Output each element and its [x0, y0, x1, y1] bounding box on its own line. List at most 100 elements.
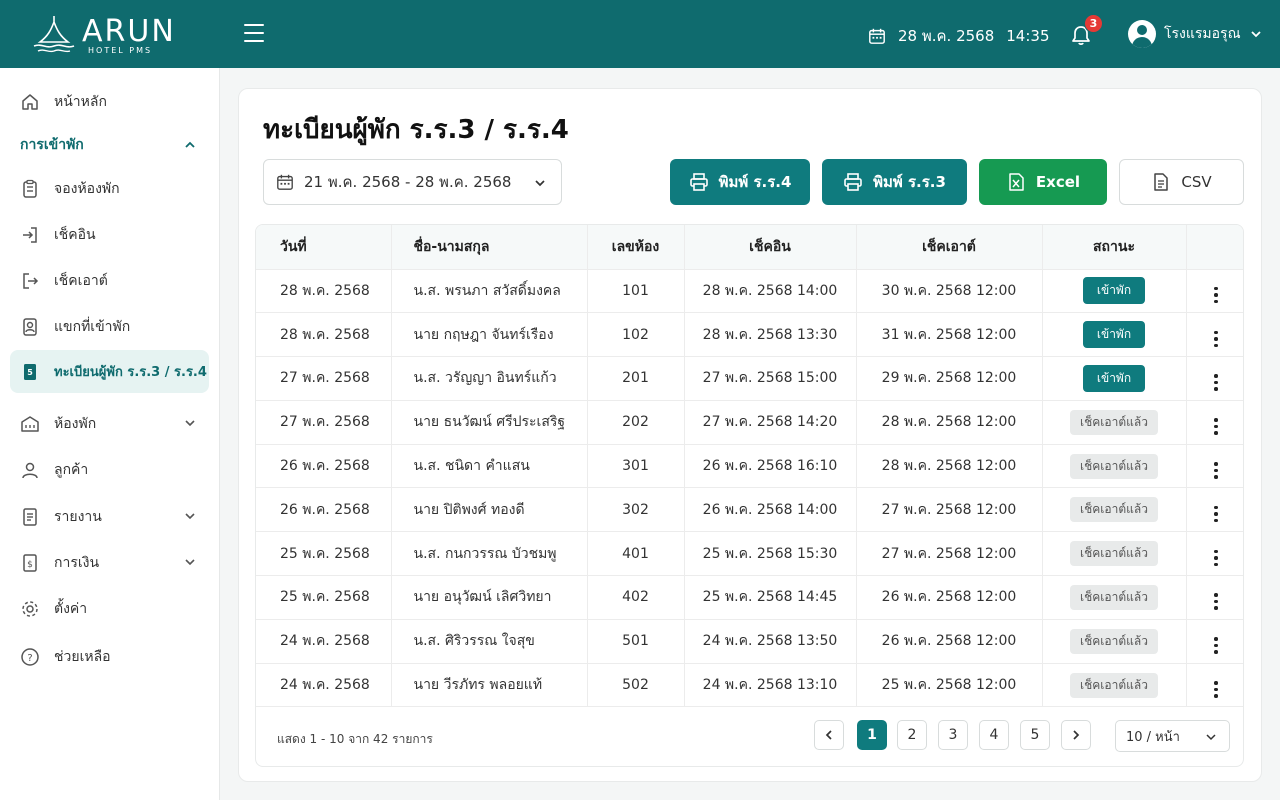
table-row[interactable]: 25 พ.ค. 2568 น.ส. กนกวรรณ บัวชมพู 401 25 พ.…	[256, 531, 1243, 577]
cell-check-in: 27 พ.ค. 2568 15:00	[684, 356, 857, 401]
table-row[interactable]: 27 พ.ค. 2568 นาย ธนวัฒน์ ศรีประเสริฐ 202 27…	[256, 400, 1243, 445]
column-header-status[interactable]: สถานะ	[1042, 225, 1187, 270]
report-icon	[20, 507, 40, 527]
cell-check-out: 25 พ.ค. 2568 12:00	[856, 663, 1043, 708]
sidebar-item-check-in[interactable]: เช็คอิน	[10, 214, 209, 256]
status-badge: เช็คเอาต์แล้ว	[1070, 409, 1158, 435]
pagination-page-1[interactable]: 1	[857, 720, 887, 750]
pagination-next-button[interactable]	[1061, 720, 1091, 750]
date-range-value: 21 พ.ค. 2568 - 28 พ.ค. 2568	[304, 173, 512, 191]
sidebar-item-settings[interactable]: ตั้งค่า	[10, 588, 209, 630]
pagination-page-3[interactable]: 3	[938, 720, 968, 750]
sidebar-item-home[interactable]: หน้าหลัก	[10, 81, 209, 123]
cell-guest-name: น.ส. วรัญญา อินทร์แก้ว	[391, 356, 588, 401]
status-badge: เข้าพัก	[1082, 321, 1146, 349]
printer-icon	[844, 173, 862, 191]
cell-status: เช็คเอาต์แล้ว	[1042, 619, 1187, 664]
print-rr3-label: พิมพ์ ร.ร.3	[873, 173, 946, 191]
sidebar-item-label: ทะเบียนผู้พัก ร.ร.3 / ร.ร.4	[54, 365, 207, 380]
calendar-icon	[869, 28, 885, 44]
column-header-date[interactable]: วันที่	[256, 225, 392, 270]
rows-per-page-select[interactable]: 10 / หน้า	[1115, 720, 1230, 752]
cell-actions	[1186, 619, 1243, 664]
menu-toggle-icon[interactable]	[244, 24, 264, 44]
table-row[interactable]: 27 พ.ค. 2568 น.ส. วรัญญา อินทร์แก้ว 201 27 …	[256, 356, 1243, 401]
more-options-icon[interactable]	[1214, 418, 1218, 435]
sidebar-item-check-out[interactable]: เช็คเอาต์	[10, 260, 209, 302]
sidebar-item-customers[interactable]: ลูกค้า	[10, 449, 209, 491]
column-header-actions	[1186, 225, 1243, 270]
sidebar-item-reports[interactable]: รายงาน	[10, 496, 209, 538]
cell-room-number: 501	[587, 619, 685, 664]
print-rr3-button[interactable]: พิมพ์ ร.ร.3	[822, 159, 967, 205]
sidebar-item-rooms[interactable]: ห้องพัก	[10, 403, 209, 445]
cell-actions	[1186, 400, 1243, 445]
svg-text:?: ?	[27, 653, 32, 664]
check-in-icon	[20, 225, 40, 245]
more-options-icon[interactable]	[1214, 549, 1218, 567]
more-options-icon[interactable]	[1214, 286, 1218, 304]
cell-check-out: 28 พ.ค. 2568 12:00	[856, 400, 1043, 445]
cell-status: เช็คเอาต์แล้ว	[1042, 487, 1187, 533]
sidebar-item-guests[interactable]: แขกที่เข้าพัก	[10, 306, 209, 348]
sidebar-item-label: จองห้องพัก	[54, 181, 120, 197]
pagination-page-4[interactable]: 4	[979, 720, 1009, 750]
column-header-name[interactable]: ชื่อ-นามสกุล	[391, 225, 588, 270]
user-name: โรงแรมอรุณ	[1164, 26, 1241, 42]
column-header-check-in[interactable]: เช็คอิน	[684, 225, 857, 270]
cell-actions	[1186, 575, 1243, 620]
more-options-icon[interactable]	[1214, 505, 1218, 523]
arun-logo[interactable]: ARUN HOTEL PMS	[30, 12, 180, 56]
pagination-page-2[interactable]: 2	[897, 720, 927, 750]
sidebar-item-finance[interactable]: $ การเงิน	[10, 542, 209, 584]
cell-check-in: 26 พ.ค. 2568 16:10	[684, 444, 857, 489]
cell-room-number: 102	[587, 312, 685, 358]
current-datetime: 28 พ.ค. 2568 14:35	[868, 24, 1050, 48]
printer-icon	[689, 173, 708, 191]
more-options-icon[interactable]	[1214, 462, 1218, 479]
more-options-icon[interactable]	[1214, 593, 1218, 610]
table-row[interactable]: 28 พ.ค. 2568 นาย กฤษฎา จันทร์เรือง 102 28 พ…	[256, 312, 1243, 358]
logo-temple-icon	[33, 16, 75, 53]
table-row[interactable]: 26 พ.ค. 2568 นาย ปิติพงศ์ ทองดี 302 26 พ.ค.…	[256, 487, 1243, 533]
cell-guest-name: นาย กฤษฎา จันทร์เรือง	[391, 312, 588, 358]
date-range-picker[interactable]: 21 พ.ค. 2568 - 28 พ.ค. 2568	[263, 159, 562, 205]
print-rr4-label: พิมพ์ ร.ร.4	[718, 173, 792, 191]
sidebar-item-help[interactable]: ? ช่วยเหลือ	[10, 636, 209, 678]
print-rr4-button[interactable]: พิมพ์ ร.ร.4	[670, 159, 810, 205]
more-options-icon[interactable]	[1214, 681, 1218, 698]
export-csv-button[interactable]: CSV	[1119, 159, 1244, 205]
cell-status: เข้าพัก	[1042, 312, 1187, 358]
cell-check-in: 24 พ.ค. 2568 13:50	[684, 619, 857, 664]
sidebar-group-stay[interactable]: การเข้าพัก	[10, 124, 209, 166]
cell-actions	[1186, 269, 1243, 314]
user-menu[interactable]: โรงแรมอรุณ	[1128, 20, 1263, 48]
cell-status: เช็คเอาต์แล้ว	[1042, 400, 1187, 445]
cell-actions	[1186, 444, 1243, 489]
table-row[interactable]: 26 พ.ค. 2568 น.ส. ชนิดา คำแสน 301 26 พ.ค. 2…	[256, 444, 1243, 489]
cell-room-number: 201	[587, 356, 685, 401]
more-options-icon[interactable]	[1214, 374, 1218, 391]
cell-guest-name: นาย วีรภัทร พลอยแท้	[391, 663, 588, 708]
pagination-page-5[interactable]: 5	[1020, 720, 1050, 750]
current-time: 14:35	[1006, 27, 1050, 45]
table-row[interactable]: 24 พ.ค. 2568 นาย วีรภัทร พลอยแท้ 502 24 พ.ค…	[256, 663, 1243, 708]
more-options-icon[interactable]	[1214, 330, 1218, 348]
sidebar-item-guest-register[interactable]: 5 ทะเบียนผู้พัก ร.ร.3 / ร.ร.4	[10, 350, 209, 393]
cell-check-in: 28 พ.ค. 2568 13:30	[684, 312, 857, 358]
column-header-check-out[interactable]: เช็คเอาต์	[856, 225, 1043, 270]
export-excel-button[interactable]: Excel	[979, 159, 1107, 205]
excel-file-icon	[1009, 173, 1024, 191]
pagination-prev-button[interactable]	[814, 720, 844, 750]
column-header-room[interactable]: เลขห้อง	[587, 225, 685, 270]
table-row[interactable]: 28 พ.ค. 2568 น.ส. พรนภา สวัสดิ์มงคล 101 28 …	[256, 269, 1243, 314]
cell-room-number: 202	[587, 400, 685, 445]
table-row[interactable]: 25 พ.ค. 2568 นาย อนุวัฒน์ เลิศวิทยา 402 25 …	[256, 575, 1243, 620]
more-options-icon[interactable]	[1214, 637, 1218, 654]
sidebar-item-booking[interactable]: จองห้องพัก	[10, 168, 209, 210]
cell-room-number: 101	[587, 269, 685, 314]
table-row[interactable]: 24 พ.ค. 2568 น.ส. ศิริวรรณ ใจสุข 501 24 พ.ค…	[256, 619, 1243, 664]
cell-room-number: 301	[587, 444, 685, 489]
gear-icon	[20, 599, 40, 619]
cell-check-in: 27 พ.ค. 2568 14:20	[684, 400, 857, 445]
